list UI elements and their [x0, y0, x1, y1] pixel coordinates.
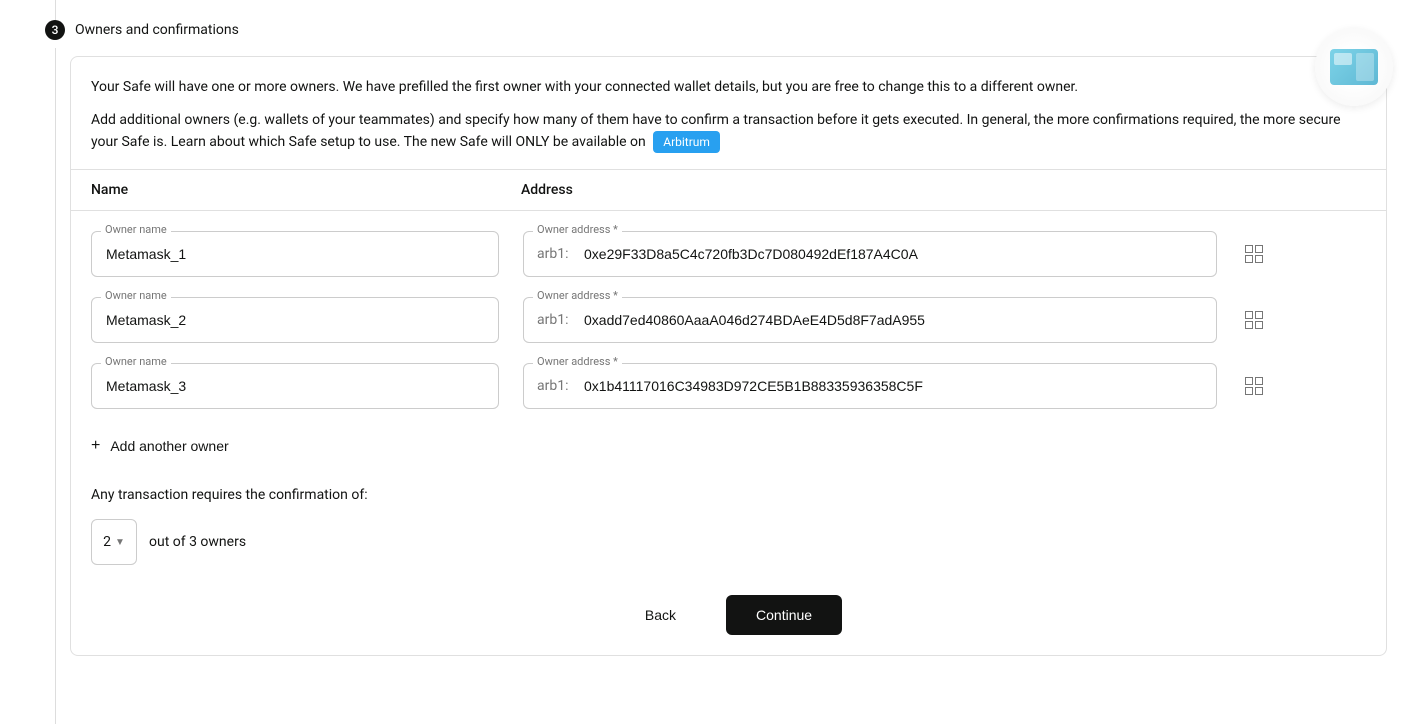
help-widget-icon — [1330, 49, 1378, 85]
owner-row-actions — [1241, 373, 1295, 399]
qr-icon — [1245, 311, 1263, 329]
content-panel: Your Safe will have one or more owners. … — [70, 56, 1387, 656]
delete-owner-button[interactable] — [1287, 375, 1295, 398]
owners-table-header: Name Address — [71, 169, 1386, 211]
button-row: Back Continue — [91, 595, 1366, 635]
owner-name-label: Owner name — [101, 289, 171, 302]
qr-scan-button[interactable] — [1241, 307, 1267, 333]
qr-icon — [1245, 377, 1263, 395]
owner-address-input[interactable] — [523, 297, 1217, 343]
column-header-name: Name — [91, 182, 521, 198]
owners-count-text: out of 3 owners — [149, 534, 246, 550]
step-header: 3 Owners and confirmations — [45, 20, 1387, 40]
owner-address-field: Owner address * arb1: — [523, 231, 1217, 277]
confirmation-row: 2 ▼ out of 3 owners — [91, 519, 1366, 565]
chain-badge: Arbitrum — [653, 131, 720, 153]
owner-address-input[interactable] — [523, 363, 1217, 409]
owner-row: Owner name Owner address * arb1: — [91, 363, 1366, 409]
address-prefix: arb1: — [537, 378, 568, 394]
owner-name-input[interactable] — [91, 231, 499, 277]
continue-button[interactable]: Continue — [726, 595, 842, 635]
owner-row-actions — [1241, 241, 1267, 267]
confirmations-value: 2 — [103, 534, 111, 550]
qr-scan-button[interactable] — [1241, 373, 1267, 399]
step-number-badge: 3 — [45, 20, 65, 40]
plus-icon: + — [91, 437, 100, 455]
confirmation-requirement-text: Any transaction requires the confirmatio… — [91, 487, 1366, 503]
owner-name-field: Owner name — [91, 363, 499, 409]
owner-row: Owner name Owner address * arb1: — [91, 231, 1366, 277]
address-prefix: arb1: — [537, 312, 568, 328]
owner-address-label: Owner address * — [533, 289, 622, 302]
column-header-address: Address — [521, 182, 1366, 198]
description-line-2: Add additional owners (e.g. wallets of y… — [91, 110, 1366, 153]
owner-name-label: Owner name — [101, 355, 171, 368]
address-prefix: arb1: — [537, 246, 568, 262]
qr-icon — [1245, 245, 1263, 263]
chevron-down-icon: ▼ — [115, 537, 125, 548]
owner-address-field: Owner address * arb1: — [523, 363, 1217, 409]
confirmations-select[interactable]: 2 ▼ — [91, 519, 137, 565]
step-title: Owners and confirmations — [75, 22, 239, 38]
delete-owner-button[interactable] — [1287, 309, 1295, 332]
owner-name-field: Owner name — [91, 297, 499, 343]
owner-name-field: Owner name — [91, 231, 499, 277]
add-owner-button[interactable]: + Add another owner — [91, 429, 229, 463]
owner-name-input[interactable] — [91, 363, 499, 409]
owner-row-actions — [1241, 307, 1295, 333]
add-owner-label: Add another owner — [110, 438, 228, 454]
owner-address-input[interactable] — [523, 231, 1217, 277]
owner-row: Owner name Owner address * arb1: — [91, 297, 1366, 343]
owner-address-field: Owner address * arb1: — [523, 297, 1217, 343]
back-button[interactable]: Back — [615, 595, 706, 635]
owner-address-label: Owner address * — [533, 223, 622, 236]
owner-address-label: Owner address * — [533, 355, 622, 368]
owner-name-input[interactable] — [91, 297, 499, 343]
description-line-1: Your Safe will have one or more owners. … — [91, 77, 1366, 98]
help-widget[interactable] — [1315, 28, 1393, 106]
owner-name-label: Owner name — [101, 223, 171, 236]
qr-scan-button[interactable] — [1241, 241, 1267, 267]
